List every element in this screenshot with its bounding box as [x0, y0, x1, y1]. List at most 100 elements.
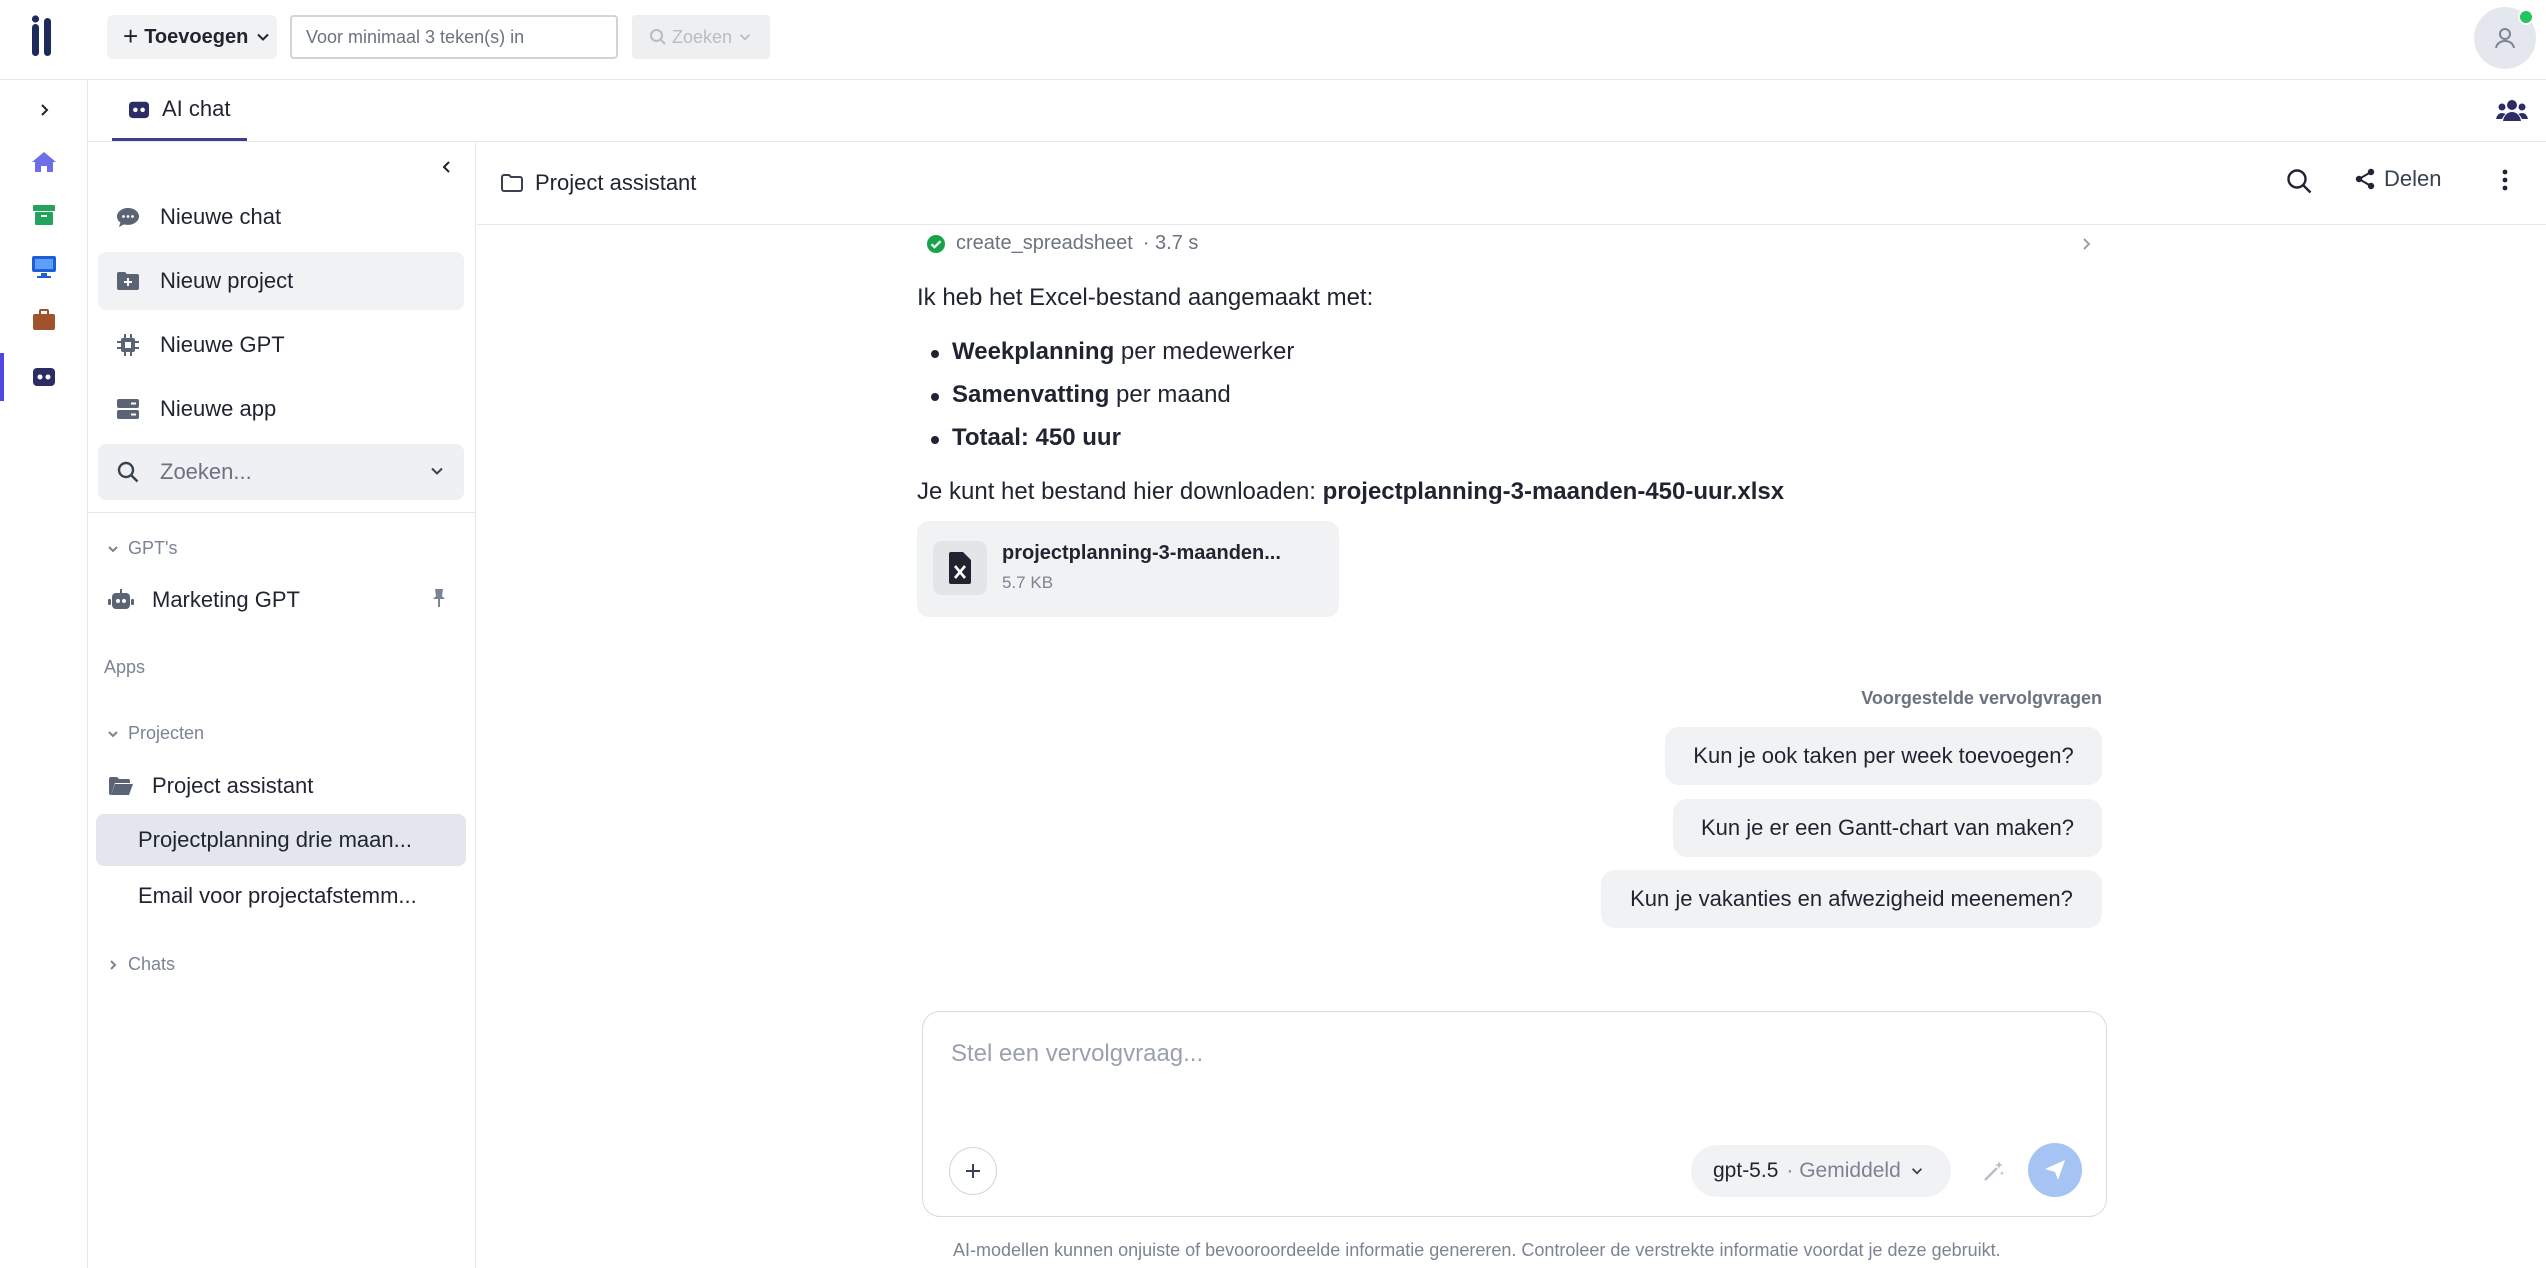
bullet-bold: Totaal: 450 uur — [952, 424, 1121, 451]
project-name: Project assistant — [152, 773, 314, 798]
search-icon — [649, 29, 666, 45]
gpt-item-label: Marketing GPT — [152, 587, 300, 612]
suggestion-chip[interactable]: Kun je er een Gantt-chart van maken? — [1673, 799, 2102, 857]
message-intro: Ik heb het Excel-bestand aangemaakt met: — [917, 284, 1374, 311]
send-icon — [2045, 1160, 2065, 1180]
share-icon — [2355, 168, 2375, 190]
tab-ai-chat[interactable]: AI chat — [112, 80, 247, 141]
chevron-right-icon — [110, 959, 117, 970]
chat-title: Project assistant — [501, 170, 696, 196]
suggestion-chip[interactable]: Kun je ook taken per week toevoegen? — [1665, 727, 2102, 785]
rail-briefcase[interactable] — [24, 300, 64, 340]
user-avatar[interactable] — [2474, 7, 2536, 69]
robot-icon — [33, 368, 55, 386]
sidebar-item-new-chat[interactable]: Nieuwe chat — [98, 188, 464, 246]
sidebar-divider — [88, 512, 476, 513]
expand-rail-button[interactable] — [24, 90, 64, 130]
search-button-label: Zoeken — [671, 26, 733, 47]
search-button[interactable]: Zoeken — [632, 15, 770, 59]
tool-call-duration: · 3.7 s — [1142, 232, 1199, 254]
archive-icon — [33, 205, 55, 225]
chevron-down-icon[interactable] — [428, 462, 446, 480]
sidebar-item-label: Nieuwe chat — [160, 204, 282, 229]
message-bullet: Weekplanning per medewerker — [952, 338, 1294, 366]
share-label: Delen — [2384, 166, 2442, 191]
excel-file-icon — [933, 541, 987, 595]
bullet-bold: Weekplanning — [952, 338, 1115, 365]
add-button[interactable]: + Toevoegen — [107, 15, 277, 59]
plus-icon: + — [123, 21, 139, 51]
sidebar-project-assistant[interactable]: Project assistant — [108, 764, 313, 808]
rail-monitor[interactable] — [24, 247, 64, 287]
robot-icon — [108, 589, 134, 609]
chevron-down-icon — [739, 34, 751, 41]
download-prefix: Je kunt het bestand hier downloaden: — [917, 478, 1323, 505]
sidebar-search-input[interactable]: Zoeken... — [98, 444, 464, 500]
folder-icon — [501, 174, 523, 192]
team-icon[interactable] — [2494, 94, 2530, 130]
check-circle-icon — [927, 234, 945, 253]
briefcase-icon — [33, 309, 55, 330]
attach-button[interactable] — [949, 1147, 997, 1195]
section-gpts-toggle[interactable]: GPT's — [106, 538, 177, 559]
folder-plus-icon — [117, 272, 139, 290]
magic-wand-button[interactable] — [1971, 1148, 2017, 1194]
home-icon — [32, 152, 56, 172]
sidebar-search-placeholder: Zoeken... — [160, 459, 252, 484]
chevron-right-icon[interactable] — [2080, 236, 2094, 252]
top-search-placeholder: Voor minimaal 3 teken(s) in — [306, 26, 525, 47]
suggestions-label: Voorgestelde vervolgvragen — [1861, 688, 2102, 708]
rail-ai-chat[interactable] — [24, 356, 64, 396]
model-selector[interactable]: gpt-5.5 · Gemiddeld — [1691, 1145, 1951, 1197]
share-button[interactable]: Delen — [2354, 166, 2441, 192]
tab-label: AI chat — [162, 96, 231, 121]
bullet-rest: per maand — [1109, 381, 1231, 408]
magic-wand-icon — [1984, 1161, 2005, 1181]
file-size: 5.7 KB — [1002, 573, 1054, 592]
file-attachment-card[interactable]: projectplanning-3-maanden... 5.7 KB — [917, 521, 1339, 617]
more-vertical-icon[interactable] — [2491, 166, 2519, 194]
section-apps-label: Apps — [104, 657, 146, 677]
tab-bar: AI chat — [88, 80, 2546, 142]
online-status-dot — [2518, 9, 2534, 25]
section-projects-toggle[interactable]: Projecten — [106, 723, 204, 744]
model-name: gpt-5.5 — [1713, 1159, 1779, 1182]
rail-home[interactable] — [24, 142, 64, 182]
chat-item-label: Projectplanning drie maan... — [138, 827, 412, 852]
file-name: projectplanning-3-maanden... — [1002, 542, 1281, 564]
sidebar-item-new-gpt[interactable]: Nieuwe GPT — [98, 316, 464, 374]
section-projects-label: Projecten — [128, 723, 205, 743]
add-button-label: Toevoegen — [144, 25, 249, 48]
top-search-input[interactable]: Voor minimaal 3 teken(s) in — [290, 15, 618, 59]
folder-open-icon — [109, 777, 133, 795]
sidebar: Nieuwe chat Nieuw project Nieuwe GPT Nie… — [88, 142, 476, 1268]
chip-icon — [117, 334, 139, 356]
search-icon[interactable] — [2285, 167, 2313, 195]
send-button[interactable] — [2028, 1143, 2082, 1197]
bullet-bold: Samenvatting — [952, 381, 1110, 408]
collapse-sidebar-button[interactable] — [432, 152, 462, 182]
tool-call-name: create_spreadsheet — [956, 232, 1133, 254]
message-composer[interactable]: Stel een vervolgvraag... gpt-5.5 · Gemid… — [922, 1011, 2107, 1217]
composer-placeholder: Stel een vervolgvraag... — [951, 1040, 1204, 1067]
sidebar-item-marketing-gpt[interactable]: Marketing GPT — [108, 578, 448, 622]
app-logo[interactable] — [28, 14, 60, 60]
chat-header: Project assistant Delen — [477, 142, 2546, 225]
rail-archive[interactable] — [24, 195, 64, 235]
tool-call-status[interactable]: create_spreadsheet · 3.7 s — [926, 232, 1198, 255]
chevron-down-icon — [257, 33, 269, 41]
sidebar-chat-item[interactable]: Email voor projectafstemm... — [96, 870, 466, 922]
chat-item-label: Email voor projectafstemm... — [138, 883, 417, 908]
message-bullet: Samenvatting per maand — [952, 381, 1231, 409]
search-icon — [117, 461, 139, 483]
pin-icon[interactable] — [430, 588, 448, 608]
sidebar-item-new-project[interactable]: Nieuw project — [98, 252, 464, 310]
section-chats-toggle[interactable]: Chats — [106, 954, 175, 975]
sidebar-item-label: Nieuwe GPT — [160, 332, 285, 357]
section-chats-label: Chats — [128, 954, 176, 974]
monitor-icon — [32, 256, 56, 278]
sidebar-chat-item-active[interactable]: Projectplanning drie maan... — [96, 814, 466, 866]
suggestion-chip[interactable]: Kun je vakanties en afwezigheid meenemen… — [1601, 870, 2102, 928]
download-filename[interactable]: projectplanning-3-maanden-450-uur.xlsx — [1323, 478, 1784, 505]
sidebar-item-new-app[interactable]: Nieuwe app — [98, 380, 464, 438]
